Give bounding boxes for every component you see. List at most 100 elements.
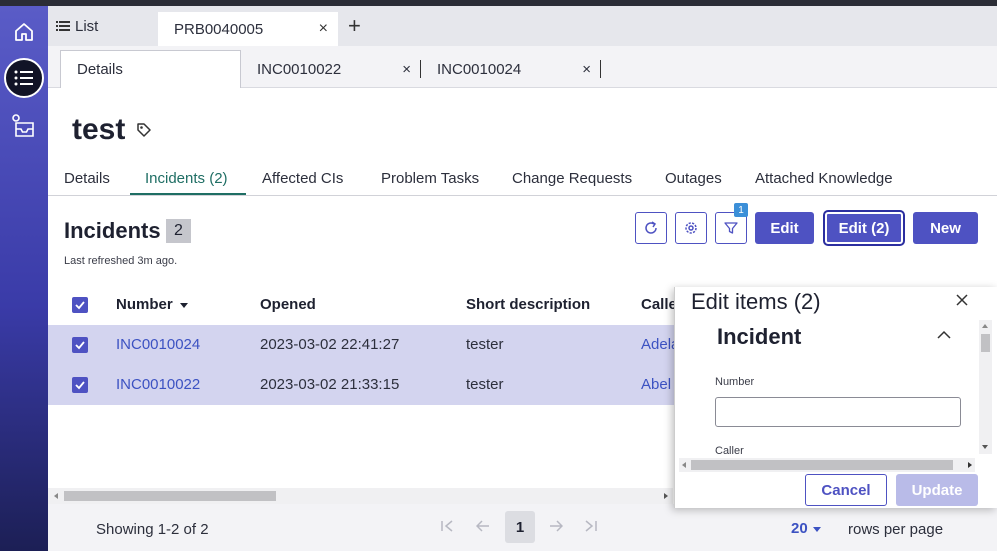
refresh-icon	[645, 221, 657, 234]
scroll-right-icon	[968, 462, 972, 468]
rows-per-page-value: 20	[791, 520, 808, 537]
tab-record[interactable]: PRB0040005 ×	[158, 12, 338, 46]
row-checkbox[interactable]	[72, 377, 88, 393]
gear-icon	[685, 222, 697, 234]
current-page[interactable]: 1	[505, 511, 535, 543]
col-caller[interactable]: Calle	[641, 296, 677, 313]
edit-button[interactable]: Edit	[755, 212, 814, 244]
check-icon	[75, 341, 85, 350]
rows-per-page-select[interactable]: 20	[791, 520, 822, 537]
col-number-label: Number	[116, 296, 173, 313]
subtab-inc0010022[interactable]: INC0010022 ×	[241, 50, 421, 88]
arrow-left-icon	[475, 520, 489, 532]
record-subtabs: Details INC0010022 × INC0010024 ×	[48, 46, 997, 88]
subtab-label: Details	[77, 61, 123, 78]
active-tab-indicator	[130, 193, 246, 195]
edit-items-panel: Edit items (2) Incident Number Caller Ca…	[674, 287, 997, 508]
tab-outages[interactable]: Outages	[665, 170, 722, 187]
tab-attached-knowledge[interactable]: Attached Knowledge	[755, 170, 893, 187]
left-rail	[0, 6, 48, 551]
close-icon[interactable]: ×	[582, 61, 591, 78]
last-page-button[interactable]	[584, 519, 598, 537]
short-description-cell: tester	[466, 336, 504, 353]
scrollbar-thumb[interactable]	[691, 460, 953, 470]
sort-down-icon	[179, 303, 188, 308]
tab-incidents[interactable]: Incidents (2)	[145, 170, 228, 187]
horizontal-scrollbar[interactable]	[48, 488, 673, 504]
workspace-tabs: List PRB0040005 × +	[48, 6, 997, 46]
list-title: Incidents	[64, 218, 161, 243]
filter-icon	[724, 222, 738, 234]
tag-button[interactable]	[136, 122, 152, 143]
tab-list-label: List	[75, 17, 99, 35]
showing-count: Showing 1-2 of 2	[96, 521, 209, 538]
prev-page-button[interactable]	[475, 519, 490, 537]
list-nav-button[interactable]	[4, 58, 44, 98]
number-input[interactable]	[715, 397, 961, 427]
panel-title: Edit items (2)	[691, 289, 821, 314]
close-icon[interactable]: ×	[319, 20, 328, 38]
panel-horizontal-scrollbar[interactable]	[679, 458, 975, 472]
list-icon	[56, 21, 70, 31]
tab-record-label: PRB0040005	[174, 20, 264, 38]
edit-selected-button[interactable]: Edit (2)	[823, 210, 905, 246]
close-icon[interactable]: ×	[402, 61, 411, 78]
update-button[interactable]: Update	[896, 474, 978, 506]
col-number[interactable]: Number	[116, 296, 189, 313]
subtab-inc0010024[interactable]: INC0010024 ×	[421, 50, 601, 88]
tab-problem-tasks[interactable]: Problem Tasks	[381, 170, 479, 187]
collapse-section-button[interactable]	[937, 327, 951, 345]
home-icon	[15, 23, 33, 41]
scroll-left-icon	[54, 493, 58, 499]
first-page-icon	[441, 520, 453, 532]
incident-number-link[interactable]: INC0010024	[116, 336, 200, 353]
scroll-down-icon	[982, 445, 988, 449]
tab-change-requests[interactable]: Change Requests	[512, 170, 632, 187]
scrollbar-thumb[interactable]	[981, 334, 990, 352]
col-opened[interactable]: Opened	[260, 296, 316, 313]
subtab-details[interactable]: Details	[60, 50, 241, 88]
scroll-right-icon	[664, 493, 668, 499]
inbox-icon	[12, 114, 34, 137]
tab-affected-cis[interactable]: Affected CIs	[262, 170, 343, 187]
panel-vertical-scrollbar[interactable]	[979, 320, 992, 454]
first-page-button[interactable]	[440, 519, 454, 537]
opened-cell: 2023-03-02 21:33:15	[260, 376, 400, 393]
subtab-label: INC0010022	[257, 60, 342, 78]
section-title: Incident	[717, 324, 802, 349]
cancel-button[interactable]: Cancel	[805, 474, 887, 506]
inbox-button[interactable]	[4, 106, 44, 146]
scroll-left-icon	[682, 462, 686, 468]
list-footer: Showing 1-2 of 2 1 20 rows per page	[48, 504, 997, 551]
tab-details[interactable]: Details	[64, 170, 110, 187]
chevron-down-icon	[812, 527, 821, 532]
next-page-button[interactable]	[549, 519, 564, 537]
close-icon	[956, 294, 968, 306]
scrollbar-thumb[interactable]	[64, 491, 276, 501]
related-tabs: Details Incidents (2) Affected CIs Probl…	[48, 166, 997, 196]
settings-button[interactable]	[675, 212, 707, 244]
check-icon	[75, 381, 85, 390]
incident-number-link[interactable]: INC0010022	[116, 376, 200, 393]
tab-list[interactable]: List	[56, 6, 98, 46]
scroll-up-icon	[982, 324, 988, 328]
home-button[interactable]	[4, 12, 44, 52]
panel-close-button[interactable]	[955, 291, 969, 312]
add-tab-button[interactable]: +	[348, 6, 361, 46]
chevron-up-icon	[937, 330, 951, 339]
last-page-icon	[585, 520, 597, 532]
count-badge: 2	[166, 219, 191, 243]
filter-count-badge: 1	[734, 203, 748, 217]
caller-label: Caller	[715, 445, 744, 457]
tag-icon	[137, 123, 151, 137]
caller-link[interactable]: Abel	[641, 376, 671, 393]
new-button[interactable]: New	[913, 212, 978, 244]
list-icon	[14, 70, 33, 86]
row-checkbox[interactable]	[72, 337, 88, 353]
refresh-button[interactable]	[635, 212, 667, 244]
number-label: Number	[715, 376, 755, 388]
col-short-description[interactable]: Short description	[466, 296, 590, 313]
record-title: test	[72, 113, 126, 146]
select-all-checkbox[interactable]	[72, 297, 88, 313]
last-refreshed: Last refreshed 3m ago.	[64, 255, 178, 267]
